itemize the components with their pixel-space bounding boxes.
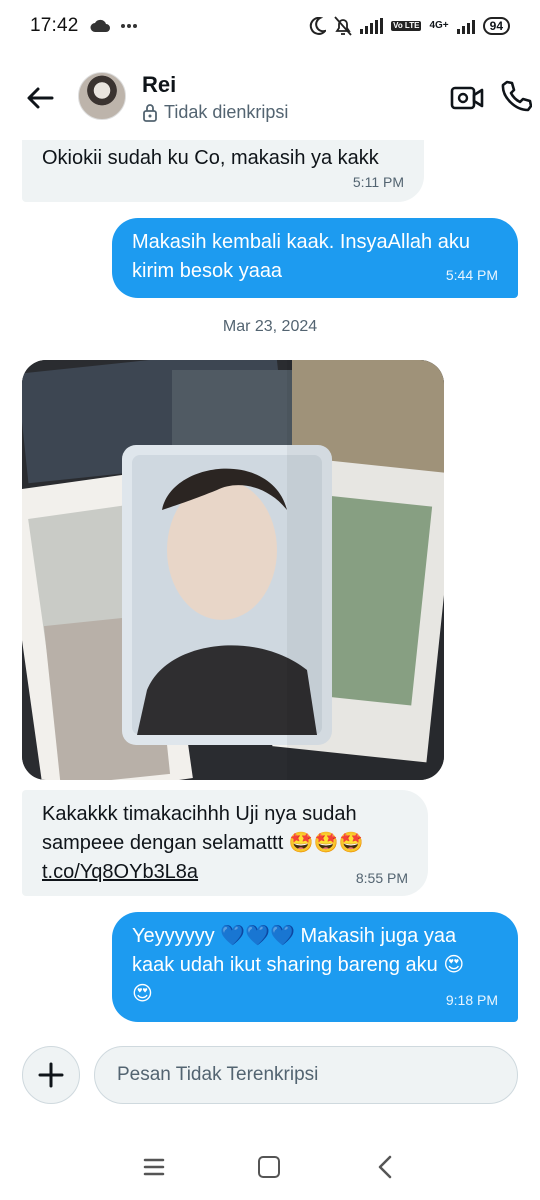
battery-indicator: 94 <box>482 17 510 35</box>
message-time: 5:11 PM <box>352 174 404 190</box>
message-time: 9:18 PM <box>445 992 498 1008</box>
message-text-line: Kakakkk timakacihhh Uji nya sudah <box>42 803 357 825</box>
add-attachment-button[interactable] <box>22 1046 80 1104</box>
status-time: 17:42 <box>30 15 79 36</box>
encryption-label: Tidak dienkripsi <box>164 102 289 122</box>
home-icon[interactable] <box>258 1156 280 1178</box>
signal-icon <box>360 18 384 34</box>
more-dots-icon <box>120 24 137 28</box>
signal-icon-2 <box>456 18 475 34</box>
message-text: Okiokii sudah ku Co, makasih ya kakk <box>42 147 379 169</box>
plus-icon <box>38 1062 64 1088</box>
message-bubble-incoming[interactable]: Okiokii sudah ku Co, makasih ya kakk 5:1… <box>22 140 424 202</box>
video-call-icon[interactable] <box>450 82 484 114</box>
message-text-line: Yeyyyyyy 💙💙💙 Makasih juga yaa <box>132 925 457 947</box>
message-input[interactable] <box>94 1046 518 1104</box>
phone-icon[interactable] <box>500 80 532 114</box>
moon-icon <box>309 17 327 35</box>
message-time: 8:55 PM <box>355 870 408 886</box>
recent-apps-icon[interactable] <box>142 1156 166 1178</box>
message-link[interactable]: t.co/Yq8OYb3L8a <box>42 858 198 887</box>
message-bubble-outgoing[interactable]: Yeyyyyyy 💙💙💙 Makasih juga yaa kaak udah … <box>112 912 518 1022</box>
contact-name[interactable]: Rei <box>142 72 176 98</box>
message-bubble-incoming[interactable]: Kakakkk timakacihhh Uji nya sudah sampee… <box>22 790 428 896</box>
message-text-line: kaak udah ikut sharing bareng aku 😍 <box>132 954 465 976</box>
back-arrow-icon[interactable] <box>24 82 56 114</box>
message-text-line: 😍 <box>132 983 153 1005</box>
status-bar: 17:42 Vo LTE 4G+ 94 <box>0 0 540 52</box>
encryption-status: Tidak dienkripsi <box>142 102 288 123</box>
volte-icon: Vo LTE <box>391 21 422 31</box>
bell-off-icon <box>334 16 352 36</box>
message-bubble-outgoing[interactable]: Makasih kembali kaak. InsyaAllah aku kir… <box>112 218 518 298</box>
cloud-icon <box>90 19 110 32</box>
photo-message[interactable] <box>22 360 444 780</box>
back-chevron-icon[interactable] <box>374 1154 396 1180</box>
avatar[interactable] <box>78 72 126 120</box>
date-separator: Mar 23, 2024 <box>222 318 318 335</box>
network-icon: 4G+ <box>429 20 449 31</box>
message-text-line: sampeee dengan selamattt 🤩🤩🤩 <box>42 832 364 854</box>
system-navigation-bar <box>0 1140 540 1200</box>
image-icon <box>22 360 444 780</box>
lock-icon <box>143 104 157 122</box>
conversation-header: Rei Tidak dienkripsi <box>0 60 540 136</box>
